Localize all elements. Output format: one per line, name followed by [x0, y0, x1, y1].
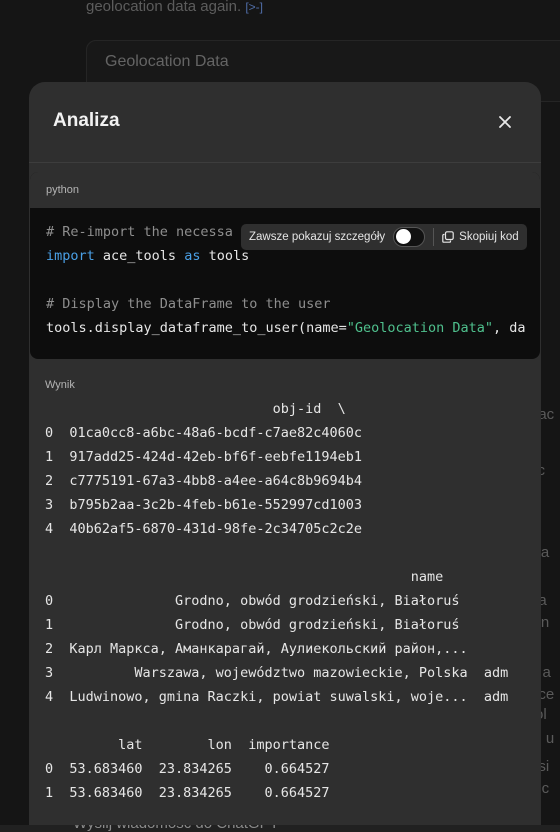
copy-icon	[442, 231, 454, 243]
toggle-switch[interactable]	[393, 227, 426, 247]
code-toolbar: Zawsze pokazuj szczegóły Skopiuj kod	[241, 224, 527, 250]
close-button[interactable]	[493, 110, 517, 134]
result-line: 3 Warszawa, województwo mazowieckie, Pol…	[45, 665, 509, 681]
toggle-label: Zawsze pokazuj szczegóły	[249, 231, 386, 243]
result-line	[45, 541, 508, 565]
result-line	[45, 709, 508, 733]
code-line-comment: # Re-import the necessa	[46, 224, 233, 240]
code-keyword: as	[184, 248, 201, 264]
result-line: 2 Карл Маркса, Аманкарагай, Аулиекольски…	[45, 641, 468, 657]
code-string: "Geolocation Data"	[346, 320, 494, 336]
code-header: python	[30, 172, 540, 208]
analysis-modal: Analiza python # Re-import the necessa i…	[29, 82, 541, 825]
result-line: lat lon importance	[45, 737, 330, 753]
result-line: 1 Grodno, obwód grodzieński, Białoruś	[45, 617, 460, 633]
toggle-knob	[396, 229, 412, 244]
result-line: 3 b795b2aa-3c2b-4feb-b61e-552997cd1003	[45, 497, 362, 513]
code-line-comment: # Display the DataFrame to the user	[46, 296, 331, 312]
code-call: tools.display_dataframe_to_user(name=	[46, 320, 347, 336]
result-line: 1 917add25-424d-42eb-bf6f-eebfe1194eb1	[45, 449, 362, 465]
code-block: python # Re-import the necessa import ac…	[30, 172, 540, 359]
result-line: name	[45, 569, 444, 585]
result-output[interactable]: obj-id \ 0 01ca0cc8-a6bc-48a6-bcdf-c7ae82…	[45, 397, 508, 805]
code-keyword: import	[46, 248, 95, 264]
modal-header: Analiza	[29, 82, 541, 163]
result-line: 2 c7775191-67a3-4bb8-a4ee-a64c8b9694b4	[45, 473, 362, 489]
result-line: 4 40b62af5-6870-431d-98fe-2c34705c2c2e	[45, 521, 362, 537]
code-call-rest: , da	[493, 320, 526, 336]
always-show-details-toggle[interactable]: Zawsze pokazuj szczegóły	[241, 224, 433, 250]
result-line: 1 53.683460 23.834265 0.664527	[45, 785, 330, 801]
result-label: Wynik	[45, 379, 75, 391]
result-line: 0 Grodno, obwód grodzieński, Białoruś	[45, 593, 460, 609]
code-alias: tools	[200, 248, 250, 264]
result-line: 4 Ludwinowo, gmina Raczki, powiat suwals…	[45, 689, 509, 705]
code-language-label: python	[46, 184, 80, 196]
close-icon	[499, 116, 511, 128]
result-line: 0 01ca0cc8-a6bc-48a6-bcdf-c7ae82c4060c	[45, 425, 362, 441]
result-line: 0 53.683460 23.834265 0.664527	[45, 761, 330, 777]
copy-code-label: Skopiuj kod	[459, 231, 519, 243]
copy-code-button[interactable]: Skopiuj kod	[434, 224, 526, 250]
modal-title: Analiza	[53, 110, 120, 131]
code-module: ace_tools	[94, 248, 185, 264]
result-line: obj-id \	[45, 401, 346, 417]
